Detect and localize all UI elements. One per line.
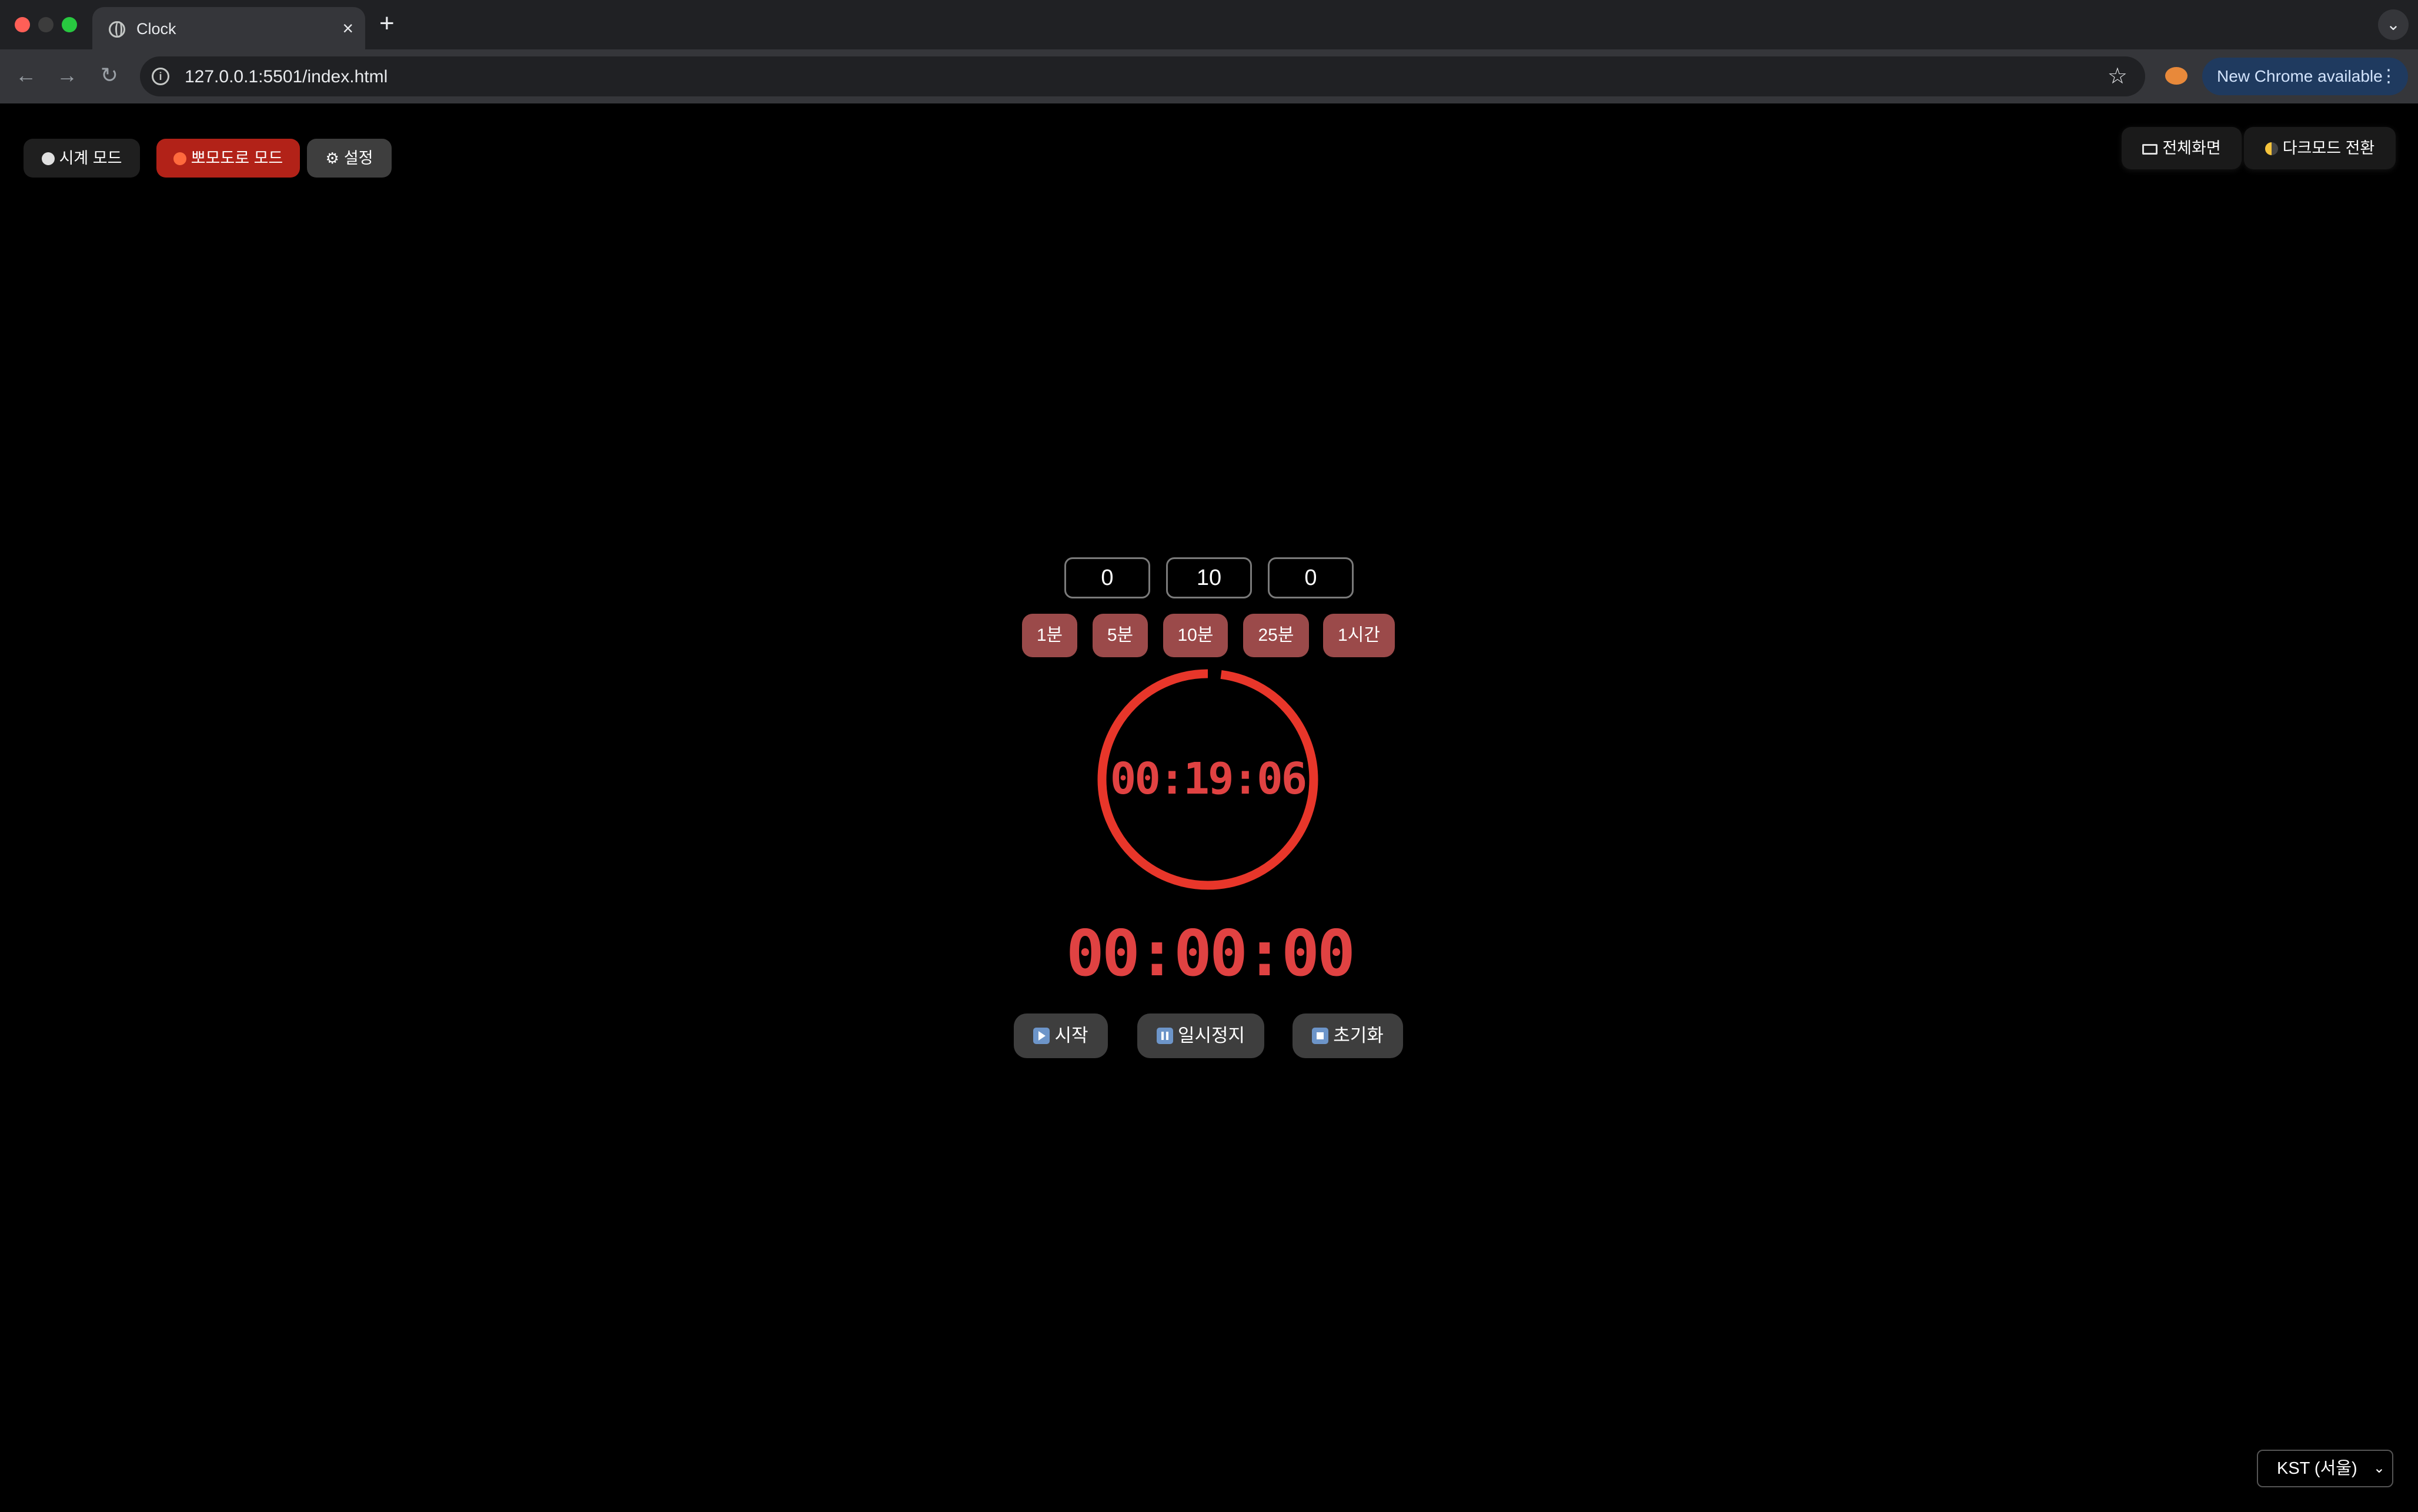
tab-title: Clock <box>136 20 176 38</box>
window-maximize-button[interactable] <box>62 17 77 32</box>
kebab-menu-icon[interactable]: ⋮ <box>2380 58 2397 95</box>
address-bar[interactable]: i 127.0.0.1:5501/index.html ☆ <box>140 56 2145 96</box>
settings-button[interactable]: ⚙ 설정 <box>307 139 392 178</box>
new-tab-button[interactable]: + <box>379 9 395 38</box>
ring-time-display: 00:19:06 <box>1110 754 1307 804</box>
bookmark-star-icon[interactable]: ☆ <box>2108 63 2128 89</box>
chrome-update-button[interactable]: New Chrome available ⋮ <box>2202 58 2408 95</box>
darkmode-label: 다크모드 전환 <box>2282 139 2375 157</box>
reset-label: 초기화 <box>1333 1025 1384 1046</box>
monitor-icon <box>2142 144 2158 155</box>
minutes-input[interactable]: 10 <box>1166 557 1252 598</box>
pomodoro-mode-button[interactable]: 뽀모도로 모드 <box>156 139 300 178</box>
pause-button[interactable]: 일시정지 <box>1137 1013 1264 1058</box>
browser-tab-bar: Clock × + ⌄ <box>0 0 2418 49</box>
clock-mode-button[interactable]: 시계 모드 <box>24 139 140 178</box>
preset-1hour-button[interactable]: 1시간 <box>1323 614 1395 657</box>
extension-icon[interactable] <box>2165 67 2187 85</box>
moon-icon <box>2265 142 2278 155</box>
globe-icon <box>109 21 125 38</box>
preset-10min-button[interactable]: 10분 <box>1163 614 1228 657</box>
fullscreen-button[interactable]: 전체화면 <box>2122 127 2242 169</box>
darkmode-toggle-button[interactable]: 다크모드 전환 <box>2244 127 2396 169</box>
back-arrow-icon[interactable]: ← <box>12 61 40 89</box>
window-minimize-button[interactable] <box>38 17 54 32</box>
preset-25min-button[interactable]: 25분 <box>1243 614 1309 657</box>
settings-label: 설정 <box>343 149 373 167</box>
gear-icon: ⚙ <box>325 149 339 167</box>
preset-5min-button[interactable]: 5분 <box>1093 614 1148 657</box>
url-text[interactable]: 127.0.0.1:5501/index.html <box>185 67 388 87</box>
browser-tab[interactable]: Clock × <box>92 7 365 49</box>
reset-button[interactable]: 초기화 <box>1293 1013 1403 1058</box>
chrome-update-label: New Chrome available <box>2217 67 2383 85</box>
reload-icon[interactable]: ↻ <box>95 61 123 89</box>
fullscreen-label: 전체화면 <box>2162 139 2221 157</box>
clock-mode-label: 시계 모드 <box>59 149 122 167</box>
stop-icon <box>1312 1028 1329 1044</box>
hours-input[interactable]: 0 <box>1064 557 1150 598</box>
tab-close-icon[interactable]: × <box>342 18 353 39</box>
forward-arrow-icon[interactable]: → <box>53 61 81 89</box>
chevron-down-icon: ⌄ <box>2373 1460 2385 1476</box>
window-close-button[interactable] <box>15 17 30 32</box>
tomato-icon <box>173 152 186 165</box>
site-info-icon[interactable]: i <box>152 68 169 85</box>
tab-search-chevron-icon[interactable]: ⌄ <box>2378 9 2409 40</box>
start-label: 시작 <box>1054 1025 1088 1046</box>
timezone-select[interactable]: KST (서울) ⌄ <box>2257 1450 2393 1487</box>
start-button[interactable]: 시작 <box>1014 1013 1108 1058</box>
clock-circle-icon <box>41 152 55 165</box>
pause-label: 일시정지 <box>1177 1025 1245 1046</box>
pause-icon <box>1156 1028 1173 1044</box>
pomodoro-mode-label: 뽀모도로 모드 <box>191 149 283 167</box>
browser-toolbar: ← → ↻ i 127.0.0.1:5501/index.html ☆ New … <box>0 49 2418 103</box>
play-icon <box>1033 1028 1050 1044</box>
preset-1min-button[interactable]: 1분 <box>1022 614 1077 657</box>
timezone-selected-value: KST (서울) <box>2277 1459 2357 1478</box>
seconds-input[interactable]: 0 <box>1268 557 1354 598</box>
countdown-display: 00:00:00 <box>1066 917 1355 991</box>
